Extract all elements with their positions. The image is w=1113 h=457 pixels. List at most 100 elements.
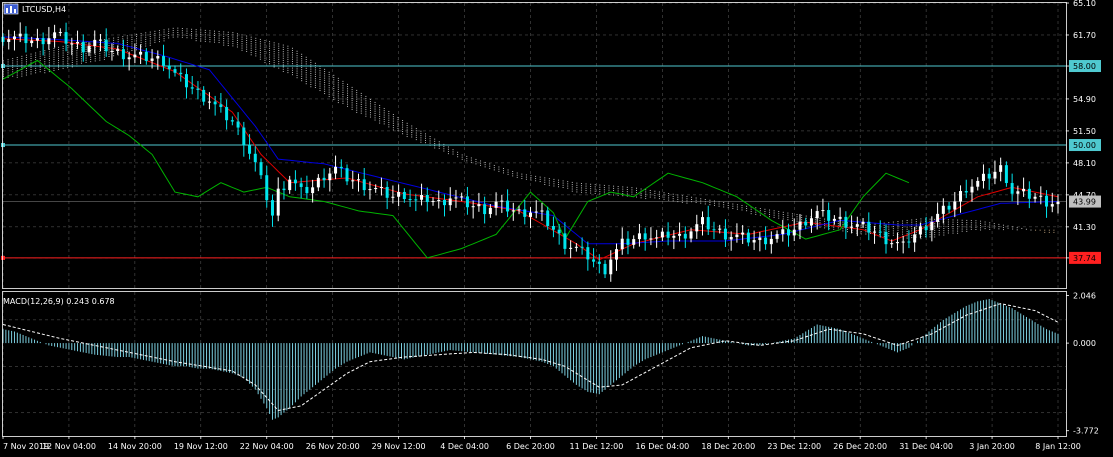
cloud-dot bbox=[654, 192, 656, 194]
cloud-dot bbox=[402, 131, 404, 133]
cloud-dot bbox=[158, 34, 160, 36]
cloud-dot bbox=[998, 223, 1000, 225]
candle-body bbox=[832, 218, 836, 221]
cloud-dot bbox=[989, 224, 991, 226]
cloud-dot bbox=[48, 71, 50, 73]
cloud-dot bbox=[649, 194, 651, 196]
candle-body bbox=[1033, 196, 1037, 199]
candle-body bbox=[844, 216, 848, 228]
cloud-dot bbox=[44, 67, 46, 69]
cloud-dot bbox=[264, 55, 266, 57]
cloud-dot bbox=[539, 181, 541, 183]
cloud-dot bbox=[296, 70, 298, 72]
cloud-dot bbox=[44, 61, 46, 63]
cloud-dot bbox=[989, 226, 991, 228]
cloud-dot bbox=[613, 187, 615, 189]
cloud-dot bbox=[269, 52, 271, 54]
level-handle-58.00[interactable] bbox=[1, 64, 5, 69]
cloud-dot bbox=[608, 194, 610, 196]
candle-body bbox=[425, 194, 429, 203]
cloud-dot bbox=[71, 61, 73, 63]
macd-tick-label: 2.046 bbox=[1073, 292, 1096, 301]
cloud-dot bbox=[755, 213, 757, 215]
candle-body bbox=[442, 199, 446, 206]
cloud-dot bbox=[360, 99, 362, 101]
cloud-dot bbox=[140, 35, 142, 37]
cloud-dot bbox=[819, 217, 821, 219]
cloud-dot bbox=[85, 48, 87, 50]
cloud-dot bbox=[1030, 229, 1032, 231]
cloud-dot bbox=[966, 219, 968, 221]
cloud-dot bbox=[177, 32, 179, 34]
cloud-dot bbox=[126, 39, 128, 41]
cloud-dot bbox=[576, 187, 578, 189]
candle-body bbox=[116, 49, 120, 51]
cloud-dot bbox=[282, 55, 284, 57]
candle-body bbox=[890, 243, 894, 245]
cloud-dot bbox=[388, 124, 390, 126]
candle-body bbox=[1, 36, 5, 42]
cloud-dot bbox=[379, 122, 381, 124]
candle-body bbox=[311, 187, 315, 194]
candle-body bbox=[70, 43, 74, 45]
cloud-dot bbox=[35, 72, 37, 74]
cloud-dot bbox=[48, 55, 50, 57]
cloud-dot bbox=[7, 68, 9, 70]
cloud-dot bbox=[360, 106, 362, 108]
cloud-dot bbox=[67, 45, 69, 47]
cloud-dot bbox=[7, 61, 9, 63]
cloud-dot bbox=[39, 55, 41, 57]
cloud-dot bbox=[525, 176, 527, 178]
cloud-dot bbox=[85, 50, 87, 52]
candle-body bbox=[190, 87, 194, 89]
cloud-dot bbox=[177, 36, 179, 38]
candle-body bbox=[316, 177, 320, 188]
cloud-dot bbox=[470, 161, 472, 163]
cloud-dot bbox=[365, 111, 367, 113]
candle-body bbox=[368, 189, 372, 191]
cloud-dot bbox=[787, 214, 789, 216]
cloud-dot bbox=[149, 44, 151, 46]
cloud-dot bbox=[755, 207, 757, 209]
cloud-dot bbox=[154, 41, 156, 43]
cloud-dot bbox=[943, 232, 945, 234]
cloud-dot bbox=[324, 86, 326, 88]
cloud-dot bbox=[915, 225, 917, 227]
cloud-dot bbox=[677, 194, 679, 196]
cloud-dot bbox=[140, 33, 142, 35]
cloud-dot bbox=[947, 232, 949, 234]
cloud-dot bbox=[980, 229, 982, 231]
cloud-dot bbox=[236, 42, 238, 44]
candle-body bbox=[615, 249, 619, 260]
cloud-dot bbox=[172, 32, 174, 34]
cloud-dot bbox=[16, 72, 18, 74]
cloud-dot bbox=[71, 66, 73, 68]
cloud-dot bbox=[516, 174, 518, 176]
cloud-dot bbox=[535, 178, 537, 180]
level-handle-37.74[interactable] bbox=[1, 255, 5, 260]
candle-body bbox=[666, 231, 670, 238]
cloud-dot bbox=[324, 93, 326, 95]
cloud-dot bbox=[264, 40, 266, 42]
cloud-dot bbox=[383, 121, 385, 123]
cloud-dot bbox=[457, 154, 459, 156]
cloud-dot bbox=[934, 227, 936, 229]
candle-body bbox=[683, 233, 687, 239]
candle-body bbox=[993, 171, 997, 179]
level-handle-50.00[interactable] bbox=[1, 143, 5, 148]
cloud-dot bbox=[379, 120, 381, 122]
cloud-dot bbox=[727, 202, 729, 204]
cloud-dot bbox=[741, 209, 743, 211]
x-tick-label: 3 Jan 20:00 bbox=[969, 442, 1015, 451]
cloud-dot bbox=[310, 59, 312, 61]
cloud-dot bbox=[585, 190, 587, 192]
cloud-dot bbox=[218, 31, 220, 33]
cloud-dot bbox=[654, 195, 656, 197]
trading-chart[interactable]: 65.1061.7058.4054.9051.5048.1044.7041.30… bbox=[0, 0, 1113, 457]
cloud-dot bbox=[379, 111, 381, 113]
cloud-dot bbox=[966, 224, 968, 226]
cloud-dot bbox=[402, 124, 404, 126]
cloud-dot bbox=[415, 130, 417, 132]
cloud-dot bbox=[333, 96, 335, 98]
cloud-dot bbox=[310, 66, 312, 68]
